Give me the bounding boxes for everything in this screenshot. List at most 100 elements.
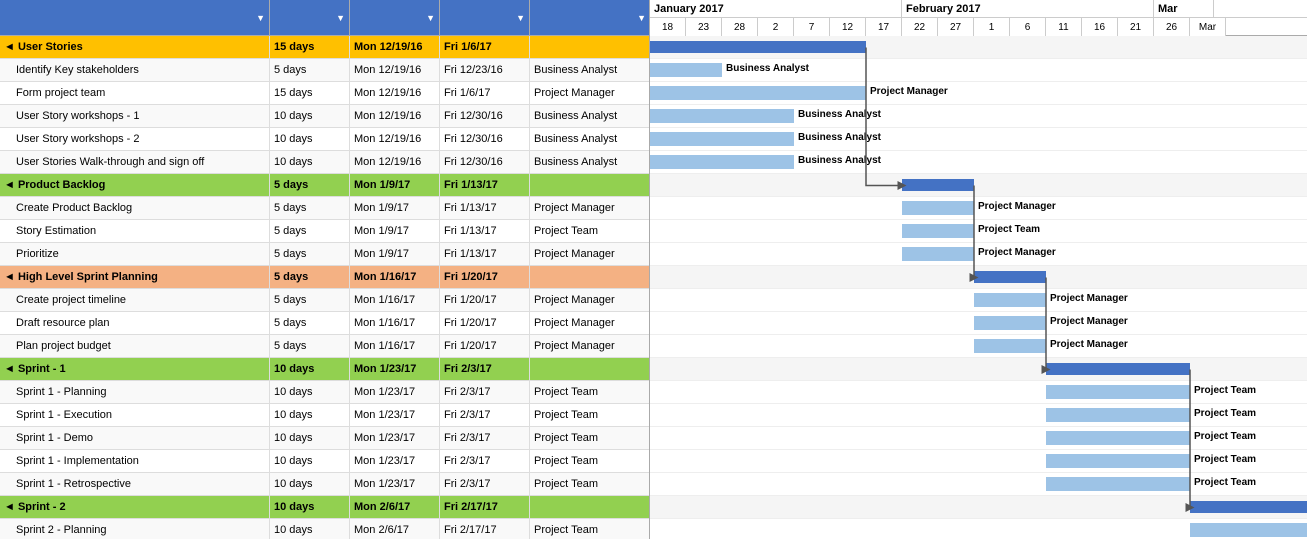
cell-duration: 10 days	[270, 473, 350, 495]
table-row: Sprint 1 - Execution10 daysMon 1/23/17Fr…	[0, 404, 649, 427]
gantt-bar: Project Manager	[650, 86, 866, 100]
gantt-bar: Project Manager	[902, 201, 974, 215]
gantt-bar: Project Manager	[974, 316, 1046, 330]
cell-task: ◄ High Level Sprint Planning	[0, 266, 270, 288]
table-row: Create project timeline5 daysMon 1/16/17…	[0, 289, 649, 312]
cell-finish: Fri 1/6/17	[440, 36, 530, 58]
gantt-month-cell: February 2017	[902, 0, 1154, 17]
main-container: ▼ ▼ ▼ ▼ ▼ ◄ User Stories15 daysMon 12/19…	[0, 0, 1307, 539]
gantt-day-cell: 12	[830, 18, 866, 36]
gantt-row: Business Analyst	[650, 151, 1307, 174]
cell-task: ◄ Sprint - 1	[0, 358, 270, 380]
gantt-bar: Project Manager	[974, 293, 1046, 307]
gantt-day-cell: 11	[1046, 18, 1082, 36]
gantt-day-cell: 27	[938, 18, 974, 36]
cell-finish: Fri 2/17/17	[440, 519, 530, 539]
cell-resource: Project Team	[530, 220, 650, 242]
gantt-day-cell: 26	[1154, 18, 1190, 36]
table-row: User Story workshops - 110 daysMon 12/19…	[0, 105, 649, 128]
gantt-row: Project Manager	[650, 243, 1307, 266]
task-filter-icon[interactable]: ▼	[256, 13, 265, 23]
cell-task: Sprint 1 - Planning	[0, 381, 270, 403]
gantt-row: Project Team	[650, 427, 1307, 450]
gantt-month-cell: January 2017	[650, 0, 902, 17]
gantt-bar-label: Project Manager	[1050, 339, 1128, 350]
cell-task: Story Estimation	[0, 220, 270, 242]
gantt-bar: Business Analyst	[650, 109, 794, 123]
cell-resource: Project Team	[530, 450, 650, 472]
gantt-day-cell: 7	[794, 18, 830, 36]
cell-resource: Project Manager	[530, 197, 650, 219]
gantt-bar-label: Project Team	[1194, 431, 1256, 442]
cell-start: Mon 12/19/16	[350, 36, 440, 58]
cell-duration: 5 days	[270, 197, 350, 219]
gantt-bar	[650, 41, 866, 53]
cell-duration: 10 days	[270, 450, 350, 472]
cell-task: User Story workshops - 2	[0, 128, 270, 150]
cell-task: Sprint 1 - Execution	[0, 404, 270, 426]
gantt-day-cell: 16	[1082, 18, 1118, 36]
gantt-day-cell: 23	[686, 18, 722, 36]
gantt-body: Business Analyst Project Manager Business …	[650, 36, 1307, 539]
header-duration[interactable]: ▼	[270, 0, 350, 35]
cell-duration: 10 days	[270, 496, 350, 518]
table-row: Plan project budget5 daysMon 1/16/17Fri …	[0, 335, 649, 358]
gantt-day-cell: 6	[1010, 18, 1046, 36]
cell-task: Identify Key stakeholders	[0, 59, 270, 81]
gantt-bar: Project Manager	[974, 339, 1046, 353]
cell-start: Mon 1/16/17	[350, 266, 440, 288]
cell-duration: 10 days	[270, 404, 350, 426]
cell-resource	[530, 174, 650, 196]
table-row: ◄ Sprint - 210 daysMon 2/6/17Fri 2/17/17	[0, 496, 649, 519]
gantt-bar: Project Team	[1190, 523, 1307, 537]
header-finish[interactable]: ▼	[440, 0, 530, 35]
cell-start: Mon 1/9/17	[350, 243, 440, 265]
cell-start: Mon 1/16/17	[350, 335, 440, 357]
finish-filter-icon[interactable]: ▼	[516, 13, 525, 23]
cell-finish: Fri 12/23/16	[440, 59, 530, 81]
gantt-row	[650, 266, 1307, 289]
gantt-row: Project Manager	[650, 289, 1307, 312]
cell-start: Mon 2/6/17	[350, 496, 440, 518]
cell-resource: Business Analyst	[530, 151, 650, 173]
cell-finish: Fri 1/13/17	[440, 197, 530, 219]
table-section: ▼ ▼ ▼ ▼ ▼ ◄ User Stories15 daysMon 12/19…	[0, 0, 650, 539]
gantt-bar-label: Business Analyst	[798, 109, 881, 120]
duration-filter-icon[interactable]: ▼	[336, 13, 345, 23]
gantt-row: Business Analyst	[650, 105, 1307, 128]
table-row: Form project team15 daysMon 12/19/16Fri …	[0, 82, 649, 105]
cell-resource: Project Team	[530, 404, 650, 426]
cell-task: Plan project budget	[0, 335, 270, 357]
table-row: ◄ Sprint - 110 daysMon 1/23/17Fri 2/3/17	[0, 358, 649, 381]
cell-resource	[530, 36, 650, 58]
start-filter-icon[interactable]: ▼	[426, 13, 435, 23]
gantt-bar: Project Manager	[902, 247, 974, 261]
table-row: User Story workshops - 210 daysMon 12/19…	[0, 128, 649, 151]
gantt-row: Project Team	[650, 220, 1307, 243]
table-row: ◄ Product Backlog5 daysMon 1/9/17Fri 1/1…	[0, 174, 649, 197]
cell-start: Mon 1/16/17	[350, 289, 440, 311]
cell-duration: 5 days	[270, 243, 350, 265]
gantt-bar-label: Project Manager	[978, 201, 1056, 212]
cell-start: Mon 1/23/17	[350, 450, 440, 472]
cell-duration: 5 days	[270, 289, 350, 311]
cell-duration: 5 days	[270, 174, 350, 196]
cell-start: Mon 2/6/17	[350, 519, 440, 539]
resource-filter-icon[interactable]: ▼	[637, 13, 646, 23]
gantt-bar: Project Team	[1046, 477, 1190, 491]
cell-finish: Fri 2/3/17	[440, 473, 530, 495]
cell-task: ◄ Product Backlog	[0, 174, 270, 196]
gantt-day-cell: Mar	[1190, 18, 1226, 36]
table-row: ◄ User Stories15 daysMon 12/19/16Fri 1/6…	[0, 36, 649, 59]
header-start[interactable]: ▼	[350, 0, 440, 35]
gantt-month-cell: Mar	[1154, 0, 1214, 17]
cell-resource: Project Manager	[530, 312, 650, 334]
cell-start: Mon 1/23/17	[350, 358, 440, 380]
cell-resource	[530, 496, 650, 518]
header-task[interactable]: ▼	[0, 0, 270, 35]
cell-finish: Fri 1/20/17	[440, 289, 530, 311]
gantt-header: January 2017February 2017Mar 18232827121…	[650, 0, 1307, 36]
table-row: Sprint 1 - Planning10 daysMon 1/23/17Fri…	[0, 381, 649, 404]
table-row: ◄ High Level Sprint Planning5 daysMon 1/…	[0, 266, 649, 289]
gantt-day-cell: 22	[902, 18, 938, 36]
